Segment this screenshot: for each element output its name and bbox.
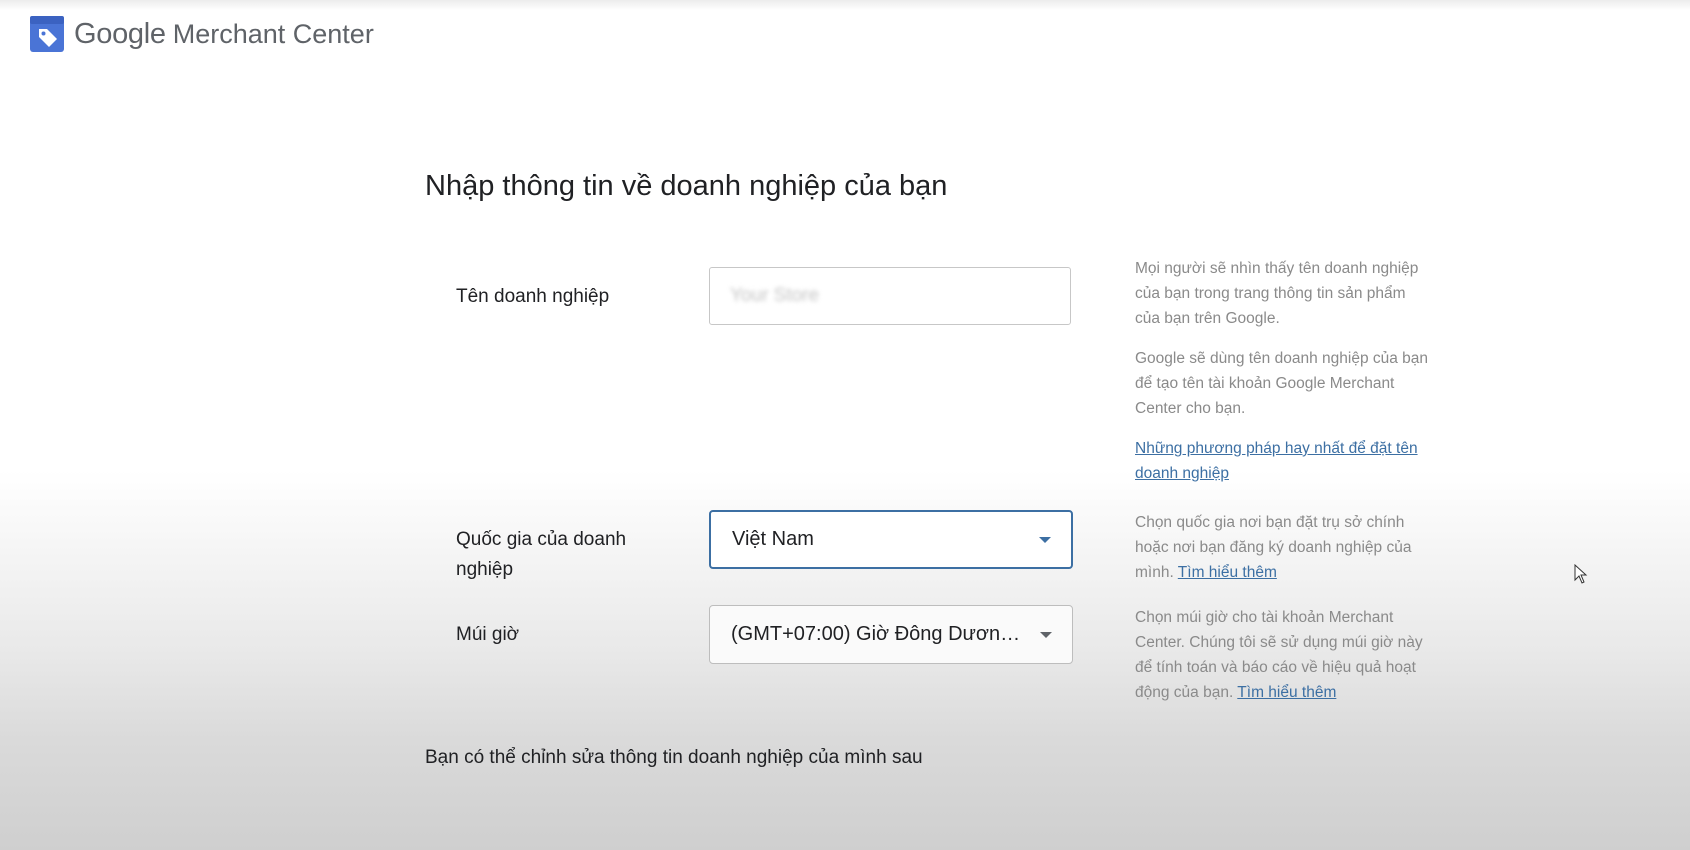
brand-google: Google [74,17,166,50]
business-name-input[interactable] [709,267,1071,325]
mouse-pointer-icon [1574,564,1588,584]
dropdown-caret-icon [1039,536,1051,543]
country-select[interactable]: Việt Nam [709,510,1073,569]
business-name-label: Tên doanh nghiệp [456,286,610,307]
country-help: Chọn quốc gia nơi bạn đặt trụ sở chính h… [1135,510,1430,585]
business-name-best-practices-link[interactable]: Những phương pháp hay nhất để đặt tên do… [1135,440,1418,482]
brand-product: Merchant Center [172,18,374,49]
merchant-center-tag-icon[interactable] [30,16,64,52]
edit-later-note: Bạn có thể chỉnh sửa thông tin doanh ngh… [425,747,923,768]
country-selected-value: Việt Nam [732,528,814,550]
business-name-help: Mọi người sẽ nhìn thấy tên doanh nghiệp … [1135,256,1430,486]
page-title: Nhập thông tin về doanh nghiệp của bạn [425,170,948,202]
dropdown-caret-icon [1040,631,1052,638]
business-name-help-p2: Google sẽ dùng tên doanh nghiệp của bạn … [1135,350,1429,417]
timezone-learn-more-link[interactable]: Tìm hiểu thêm [1237,684,1336,701]
timezone-select[interactable]: (GMT+07:00) Giờ Đông Dương (... [709,605,1073,664]
country-learn-more-link[interactable]: Tìm hiểu thêm [1178,564,1277,581]
app-header: Google Merchant Center [30,14,374,54]
top-shade [0,0,1690,10]
country-label: Quốc gia của doanh nghiệp [456,529,627,580]
timezone-help: Chọn múi giờ cho tài khoản Merchant Cent… [1135,605,1430,705]
timezone-selected-value: (GMT+07:00) Giờ Đông Dương (... [731,623,1028,645]
timezone-label: Múi giờ [456,624,520,645]
business-name-help-p1: Mọi người sẽ nhìn thấy tên doanh nghiệp … [1135,260,1419,327]
